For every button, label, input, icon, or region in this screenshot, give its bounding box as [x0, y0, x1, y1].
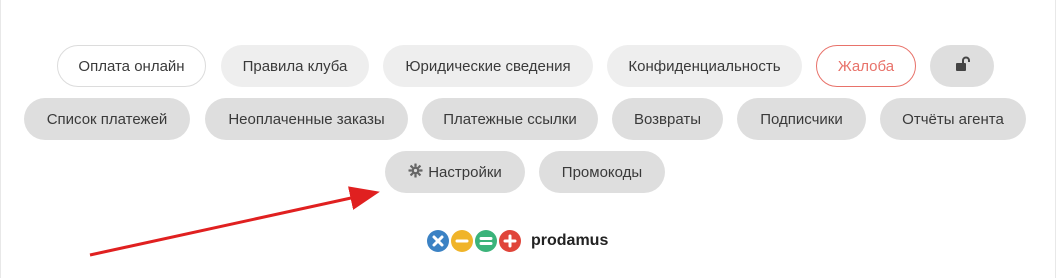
logo-plus-icon: [499, 230, 521, 252]
logo-multiply-icon: [427, 230, 449, 252]
logo-equals-icon: [475, 230, 497, 252]
logo-name: prodamus: [531, 232, 609, 249]
logo-minus-icon: [451, 230, 473, 252]
prodamus-logo: prodamus: [427, 229, 608, 253]
